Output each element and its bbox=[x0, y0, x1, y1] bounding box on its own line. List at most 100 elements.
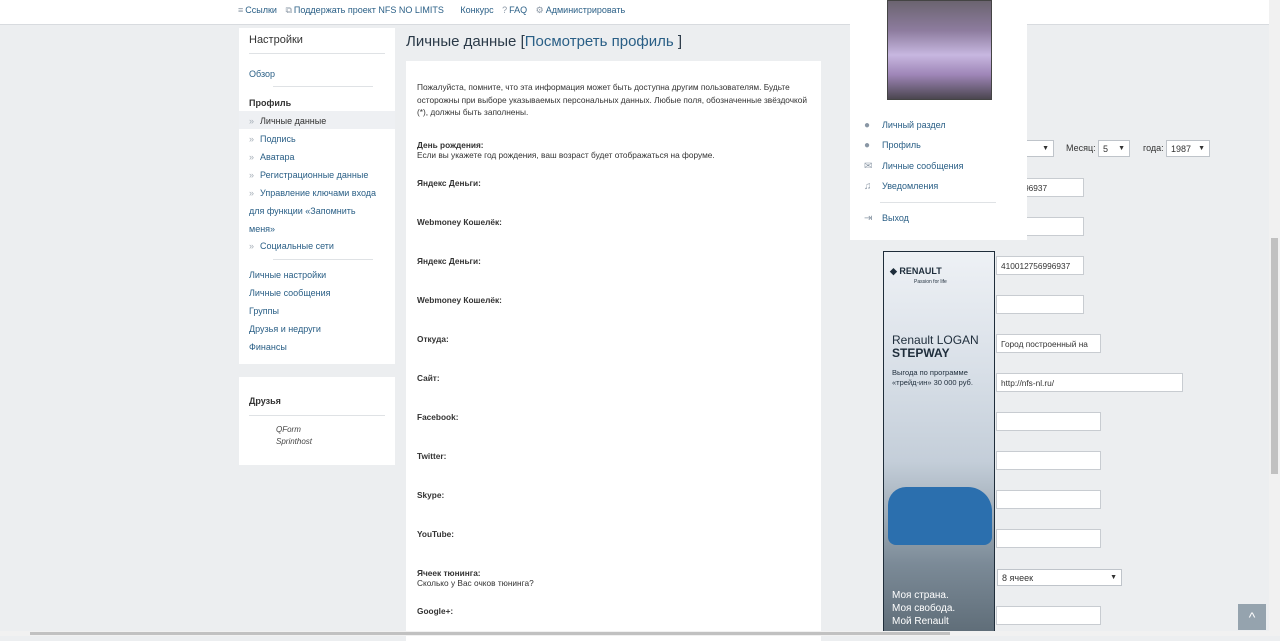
page-title: Личные данные [Посмотреть профиль ] bbox=[406, 33, 682, 50]
scrollbar-thumb[interactable] bbox=[30, 632, 950, 635]
ad-promo: Выгода по программе «трейд-ин» 30 000 ру… bbox=[892, 368, 973, 387]
main-content: Пожалуйста, помните, что эта информация … bbox=[406, 61, 821, 641]
sidebar-item-label: Социальные сети bbox=[260, 241, 334, 251]
topnav-item-contest[interactable]: Конкурс bbox=[460, 5, 493, 15]
sidebar-title: Настройки bbox=[249, 34, 303, 46]
tuning-label: Ячеек тюнинга: bbox=[417, 568, 481, 578]
vertical-scrollbar[interactable] bbox=[1269, 0, 1280, 636]
website-input[interactable]: http://nfs-nl.ru/ bbox=[996, 373, 1183, 392]
topnav-item-support[interactable]: ⧉ Поддержать проект NFS NO LIMITS bbox=[285, 5, 443, 15]
sidebar-item-finance[interactable]: Финансы bbox=[249, 341, 287, 353]
menu-item-label: Личный раздел bbox=[882, 120, 946, 130]
copy-icon: ⧉ bbox=[285, 5, 292, 15]
page-title-text: Личные данные bbox=[406, 33, 517, 50]
ad-logo-text: RENAULT bbox=[899, 266, 942, 276]
dropdown-caret-icon: ▼ bbox=[1042, 145, 1049, 152]
horizontal-scrollbar[interactable] bbox=[0, 631, 1269, 636]
dropdown-caret-icon: ▼ bbox=[1198, 145, 1205, 152]
back-to-top-button[interactable]: ^ bbox=[1238, 604, 1266, 630]
birthday-label: День рождения: bbox=[417, 140, 484, 150]
google-label: Google+: bbox=[417, 606, 454, 616]
select-value: 5 bbox=[1103, 144, 1109, 154]
field-label: Twitter: bbox=[417, 451, 447, 461]
view-profile-link[interactable]: Посмотреть профиль bbox=[525, 33, 674, 50]
birthday-year-select[interactable]: 1987 ▼ bbox=[1166, 140, 1210, 157]
chevron-right-icon: » bbox=[249, 134, 255, 144]
user-icon: ● bbox=[864, 140, 871, 151]
topnav-item-admin[interactable]: ⚙ Администрировать bbox=[536, 5, 626, 15]
renault-logo: ◆ RENAULT bbox=[890, 266, 942, 276]
field-label: Сайт: bbox=[417, 373, 440, 383]
menu-item-profile[interactable]: ● Профиль bbox=[864, 140, 921, 151]
divider bbox=[880, 202, 996, 203]
divider bbox=[273, 259, 373, 260]
topnav-support-label: Поддержать проект NFS NO LIMITS bbox=[293, 5, 444, 15]
logout-icon: ⇥ bbox=[864, 213, 873, 224]
sidebar-item-personal-data[interactable]: » Личные данные bbox=[249, 115, 326, 127]
facebook-input[interactable] bbox=[996, 412, 1101, 431]
field-label: Skype: bbox=[417, 490, 445, 500]
google-plus-input[interactable] bbox=[996, 606, 1101, 625]
bracket-close: ] bbox=[677, 33, 683, 50]
bell-icon: ♫ bbox=[864, 181, 872, 192]
topnav-faq-label: FAQ bbox=[509, 5, 528, 15]
ad-slogan-line: Моя страна. bbox=[892, 590, 949, 601]
topnav-item-links[interactable]: ≡ Ссылки bbox=[238, 5, 277, 15]
chevron-right-icon: » bbox=[249, 188, 255, 198]
renault-ad-banner[interactable]: ◆ RENAULT Passion for life Renault LOGAN… bbox=[883, 251, 995, 634]
select-value: 1987 bbox=[1171, 144, 1192, 154]
tuning-select[interactable]: 8 ячеек ▼ bbox=[997, 569, 1122, 586]
intro-text: Пожалуйста, помните, что эта информация … bbox=[417, 82, 808, 117]
friend-item[interactable]: Sprinthost bbox=[276, 437, 312, 446]
twitter-input[interactable] bbox=[996, 451, 1101, 470]
chevron-right-icon: » bbox=[249, 152, 255, 162]
friend-item[interactable]: QForm bbox=[276, 425, 301, 434]
skype-input[interactable] bbox=[996, 490, 1101, 509]
sidebar-item-signature[interactable]: » Подпись bbox=[249, 133, 296, 145]
friends-panel: Друзья QForm Sprinthost bbox=[239, 377, 395, 465]
sidebar-item-login-keys-cont[interactable]: для функции «Запомнить bbox=[249, 205, 356, 217]
sidebar-item-label: Личные данные bbox=[260, 116, 327, 126]
sidebar-item-friends[interactable]: Друзья и недруги bbox=[249, 323, 321, 335]
field-label: Webmoney Кошелёк: bbox=[417, 217, 502, 227]
car-image bbox=[888, 487, 992, 545]
settings-sidebar: Настройки Обзор Профиль » Личные данные »… bbox=[239, 28, 395, 364]
menu-item-messages[interactable]: ✉ Личные сообщения bbox=[864, 161, 964, 172]
location-input[interactable]: Город построенный на bbox=[996, 334, 1101, 353]
birthday-month-select[interactable]: 5 ▼ bbox=[1098, 140, 1130, 157]
divider bbox=[249, 415, 385, 416]
menu-item-personal-section[interactable]: ● Личный раздел bbox=[864, 120, 946, 131]
youtube-input[interactable] bbox=[996, 529, 1101, 548]
webmoney-input-2[interactable] bbox=[996, 295, 1084, 314]
sidebar-item-overview[interactable]: Обзор bbox=[249, 68, 275, 80]
avatar[interactable] bbox=[887, 0, 992, 100]
friends-title: Друзья bbox=[249, 396, 281, 406]
sidebar-item-login-keys[interactable]: » Управление ключами входа bbox=[249, 187, 376, 199]
sidebar-item-login-keys-cont2[interactable]: меня» bbox=[249, 223, 275, 235]
sidebar-item-label: Регистрационные данные bbox=[260, 170, 369, 180]
sidebar-item-messages[interactable]: Личные сообщения bbox=[249, 287, 331, 299]
topnav-links-label: Ссылки bbox=[245, 5, 277, 15]
menu-item-notifications[interactable]: ♫ Уведомления bbox=[864, 181, 938, 192]
tuning-hint: Сколько у Вас очков тюнинга? bbox=[417, 578, 534, 588]
scrollbar-thumb[interactable] bbox=[1271, 238, 1278, 474]
topnav-contest-label: Конкурс bbox=[460, 5, 494, 15]
field-label: Яндекс Деньги: bbox=[417, 178, 481, 188]
sidebar-item-avatar[interactable]: » Аватара bbox=[249, 151, 295, 163]
sidebar-item-social[interactable]: » Социальные сети bbox=[249, 240, 334, 252]
sidebar-item-registration[interactable]: » Регистрационные данные bbox=[249, 169, 368, 181]
menu-item-logout[interactable]: ⇥ Выход bbox=[864, 213, 909, 224]
sidebar-item-label: Аватара bbox=[260, 152, 295, 162]
chevron-right-icon: » bbox=[249, 241, 255, 251]
yandex-money-input-2[interactable]: 410012756996937 bbox=[996, 256, 1084, 275]
sidebar-item-groups[interactable]: Группы bbox=[249, 305, 279, 317]
user-icon: ● bbox=[864, 120, 871, 131]
field-label: Яндекс Деньги: bbox=[417, 256, 481, 266]
divider bbox=[249, 53, 385, 54]
topnav-item-faq[interactable]: ? FAQ bbox=[502, 5, 527, 15]
ad-slogan-line: Мой Renault bbox=[892, 616, 949, 627]
sidebar-item-personal-settings[interactable]: Личные настройки bbox=[249, 269, 326, 281]
menu-item-label: Профиль bbox=[882, 140, 921, 150]
help-icon: ? bbox=[502, 5, 508, 15]
ad-tagline: Passion for life bbox=[914, 279, 947, 285]
